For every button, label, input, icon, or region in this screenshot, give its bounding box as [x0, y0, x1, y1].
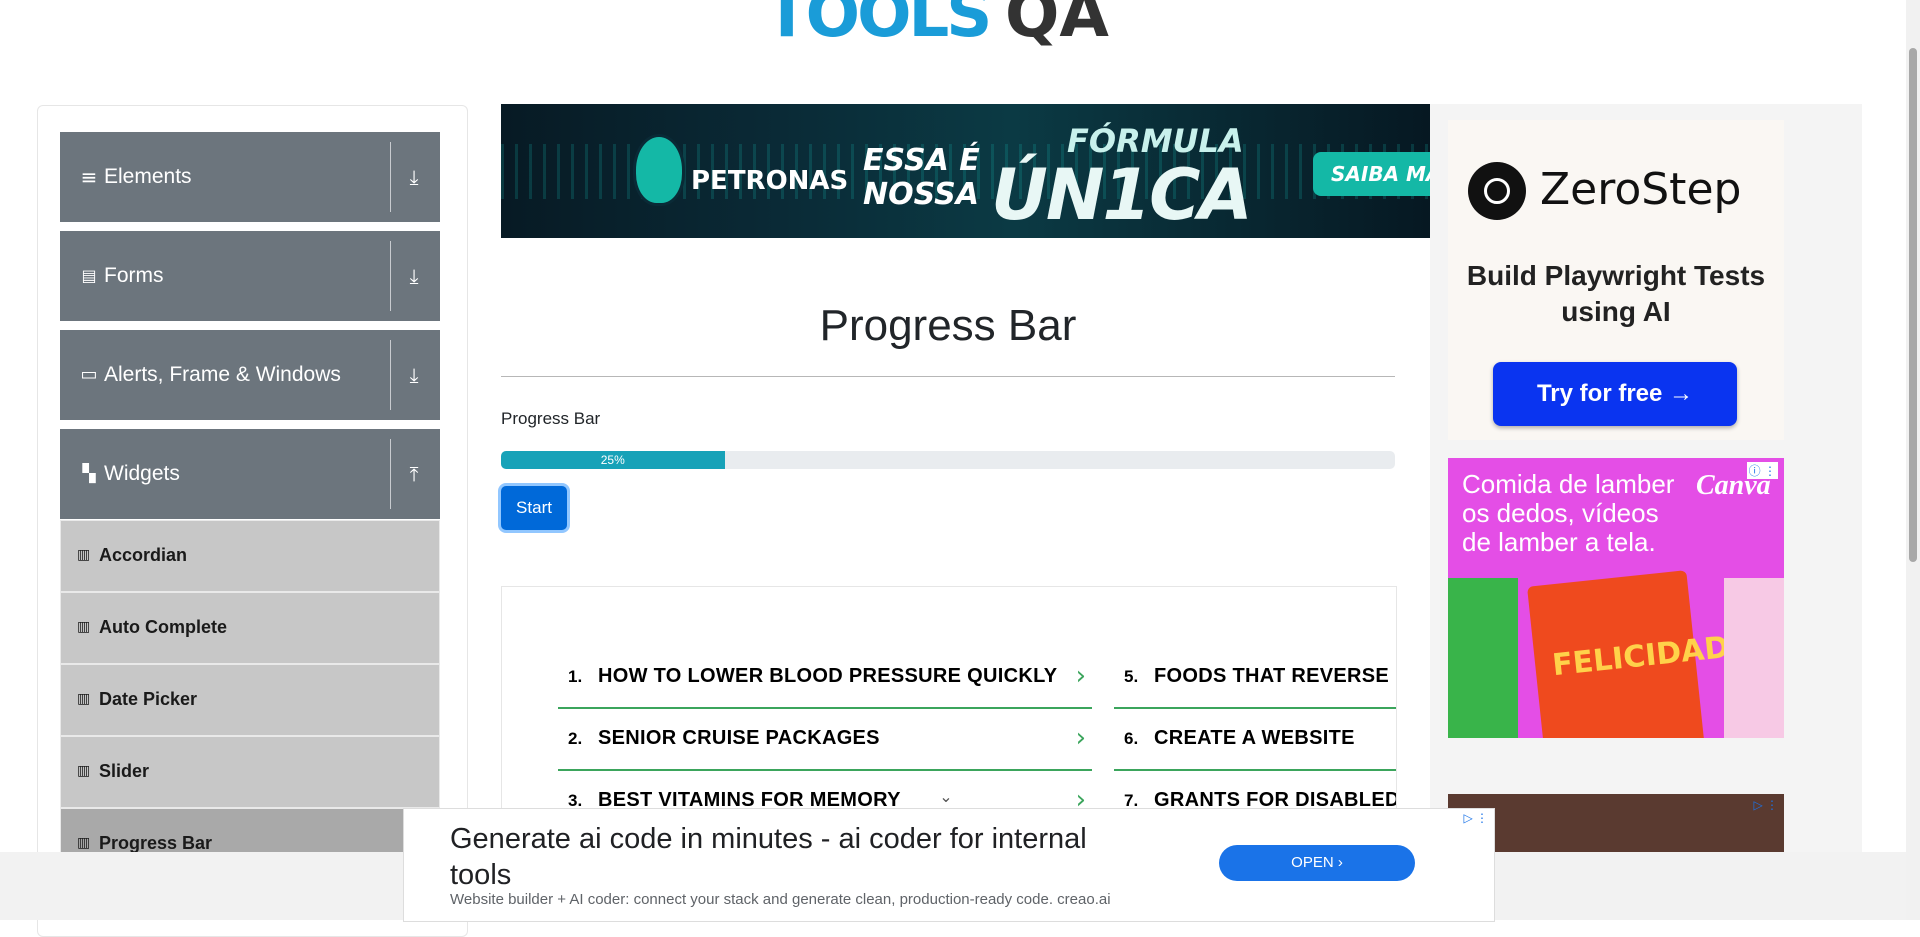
petronas-logo-icon — [633, 134, 685, 206]
sidebar-item-label: Auto Complete — [99, 617, 227, 637]
document-icon: ▥ — [77, 619, 91, 635]
sidebar-item-label: Accordian — [99, 545, 188, 565]
download-arrow-icon[interactable]: ⤓ — [403, 165, 425, 189]
ad-info-icon[interactable]: ⓘ ⋮ — [1746, 462, 1778, 479]
banner-tagline-line2: NOSSA — [863, 177, 979, 212]
sidebar-item-slider[interactable]: ▥ Slider — [60, 736, 440, 808]
link-ad-number: 1. — [568, 667, 583, 686]
bottom-sticky-ad[interactable]: Generate ai code in minutes - ai coder f… — [403, 808, 1495, 922]
bottom-ad-description: Website builder + AI coder: connect your… — [450, 891, 1111, 908]
chevron-down-icon[interactable]: ⌄ — [935, 787, 957, 809]
scrollbar-thumb[interactable] — [1909, 48, 1917, 562]
link-ad-text: CREATE A WEBSITE — [1154, 727, 1355, 749]
window-icon: ▭ — [80, 364, 98, 385]
link-ad-number: 6. — [1124, 729, 1139, 748]
link-ad-number: 5. — [1124, 667, 1139, 686]
menu-icon: ≡ — [80, 165, 98, 189]
progress-bar: 25% — [501, 451, 1395, 469]
divider — [390, 241, 391, 311]
sidebar-group-label: Widgets — [104, 462, 180, 485]
banner-tagline-line1: ESSA É — [863, 143, 980, 178]
divider — [390, 142, 391, 212]
document-icon: ▥ — [77, 547, 91, 563]
logo-text-qa: QA — [1005, 0, 1109, 52]
link-ad-number: 2. — [568, 729, 583, 748]
document-icon: ▤ — [81, 266, 97, 285]
banner-headline: ÚN1CA — [991, 154, 1253, 236]
canva-ad[interactable]: Comida de lamber os dedos, vídeos de lam… — [1448, 458, 1784, 738]
zerostep-tagline: Build Playwright Tests using AI — [1466, 260, 1766, 327]
download-arrow-icon[interactable]: ⤓ — [403, 363, 425, 387]
petronas-banner-ad[interactable]: PETRONAS ESSA É NOSSA FÓRMULA ÚN1CA SAIB… — [501, 104, 1430, 238]
sidebar-group-widgets[interactable]: ▚ Widgets ⤒ — [60, 429, 440, 519]
sidebar-item-auto-complete[interactable]: ▥ Auto Complete — [60, 592, 440, 664]
sidebar-item-date-picker[interactable]: ▥ Date Picker — [60, 664, 440, 736]
link-ad-item[interactable]: 5. FOODS THAT REVERSE DIABE — [1114, 647, 1396, 709]
ad-choices-icon[interactable]: ▷ ⋮ — [1753, 798, 1778, 812]
chevron-right-icon: › — [1075, 661, 1086, 691]
progress-bar-label: Progress Bar — [501, 409, 601, 428]
link-ad-text: SENIOR CRUISE PACKAGES — [598, 727, 880, 749]
sidebar-item-label: Progress Bar — [99, 833, 213, 853]
open-button[interactable]: OPEN › — [1219, 845, 1415, 881]
title-divider — [501, 376, 1395, 377]
chevron-right-icon: › — [1075, 723, 1086, 753]
canva-headline: Comida de lamber os dedos, vídeos de lam… — [1462, 469, 1675, 557]
link-ad-item[interactable]: 2. SENIOR CRUISE PACKAGES › — [558, 709, 1092, 771]
page-scrollbar[interactable] — [1906, 0, 1920, 920]
logo-text-tools: TOOLS — [765, 0, 992, 52]
link-ad-text: HOW TO LOWER BLOOD PRESSURE QUICKLY — [598, 665, 1058, 687]
sidebar-group-label: Forms — [104, 264, 164, 287]
download-arrow-icon[interactable]: ⤓ — [403, 264, 425, 288]
sidebar-item-label: Date Picker — [99, 689, 198, 709]
document-icon: ▥ — [77, 691, 91, 707]
banner-cta-button[interactable]: SAIBA MAI — [1313, 152, 1430, 196]
widgets-icon: ▚ — [82, 464, 96, 484]
sidebar-group-elements[interactable]: ≡ Elements ⤓ — [60, 132, 440, 222]
document-icon: ▥ — [77, 835, 91, 851]
document-icon: ▥ — [77, 763, 91, 779]
product-pack-left — [1448, 578, 1518, 738]
sidebar-item-accordian[interactable]: ▥ Accordian — [60, 520, 440, 592]
product-pack-right — [1724, 578, 1784, 738]
page-title: Progress Bar — [819, 301, 1077, 350]
zerostep-ad[interactable]: ZeroStep Build Playwright Tests using AI… — [1448, 120, 1784, 440]
link-ad-item[interactable]: 6. CREATE A WEBSITE — [1114, 709, 1396, 771]
try-for-free-button[interactable]: Try for free → — [1493, 362, 1737, 426]
link-ad-text: FOODS THAT REVERSE DIABE — [1154, 665, 1396, 687]
upload-arrow-icon[interactable]: ⤒ — [403, 462, 425, 486]
toolsqa-logo[interactable]: TOOLS QA — [765, 0, 1145, 68]
sidebar-item-label: Slider — [99, 761, 150, 781]
sidebar-group-label: Elements — [104, 165, 192, 188]
start-button[interactable]: Start — [501, 486, 567, 530]
link-ad-item[interactable]: 1. HOW TO LOWER BLOOD PRESSURE QUICKLY › — [558, 647, 1092, 709]
sidebar-group-label: Alerts, Frame & Windows — [104, 363, 341, 386]
bottom-ad-headline: Generate ai code in minutes - ai coder f… — [450, 823, 1087, 891]
sidebar-group-forms[interactable]: ▤ Forms ⤓ — [60, 231, 440, 321]
divider — [390, 439, 391, 509]
banner-tagline: ESSA É NOSSA — [863, 144, 980, 212]
zerostep-brand: ZeroStep — [1540, 164, 1742, 215]
ad-choices-icon[interactable]: ▷ ⋮ — [1463, 811, 1488, 825]
banner-brand: PETRONAS — [691, 166, 849, 196]
zerostep-logo-icon — [1468, 162, 1526, 220]
sidebar-group-alerts[interactable]: ▭ Alerts, Frame & Windows ⤓ — [60, 330, 440, 420]
divider — [390, 340, 391, 410]
progress-bar-fill: 25% — [501, 451, 725, 469]
